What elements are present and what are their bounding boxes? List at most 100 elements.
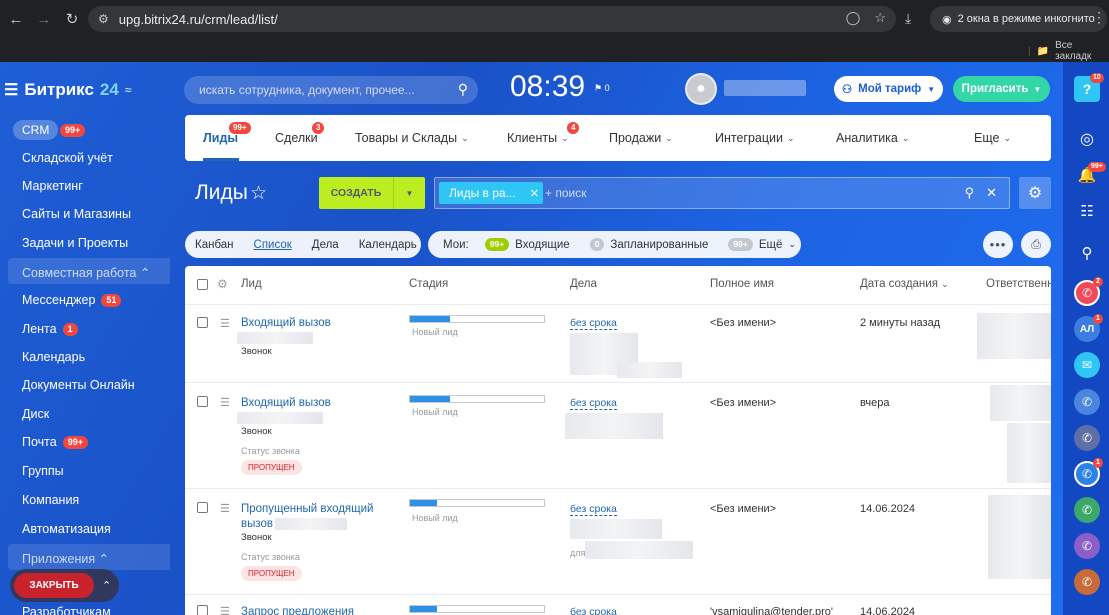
menu-item-calendar[interactable]: Календарь (22, 350, 85, 364)
filter-chip[interactable]: Лиды в ра... ✕ (439, 182, 543, 204)
invite-button[interactable]: Пригласить ▼ (953, 76, 1050, 102)
menu-item-tasks[interactable]: Задачи и Проекты (22, 236, 128, 250)
row-menu-icon[interactable]: ☰ (220, 317, 230, 330)
open-lines-icon[interactable]: ✉ (1074, 352, 1100, 378)
download-icon[interactable]: ⤓ (905, 10, 911, 27)
clear-icon[interactable]: ✕ (986, 185, 997, 201)
tab-deals[interactable]: Сделки (275, 131, 318, 145)
stage-progress[interactable] (409, 605, 545, 613)
reload-icon[interactable]: ↻ (58, 5, 86, 33)
select-all-checkbox[interactable] (197, 279, 208, 290)
print-icon[interactable]: ⎙ (1021, 231, 1051, 258)
menu-item-automation[interactable]: Автоматизация (22, 522, 111, 536)
search-icon[interactable]: ⚲ (1074, 240, 1100, 266)
forward-icon[interactable]: → (30, 5, 58, 33)
menu-item-disk[interactable]: Диск (22, 407, 49, 421)
search-icon[interactable]: ⚲ (965, 185, 975, 201)
column-header-created[interactable]: Дата создания ⌄ (860, 278, 949, 290)
column-header-lead[interactable]: Лид (241, 278, 262, 290)
more-count[interactable]: 99+ (728, 238, 753, 251)
menu-item-sites[interactable]: Сайты и Магазины (22, 207, 131, 221)
menu-item-docs[interactable]: Документы Онлайн (22, 378, 135, 392)
column-settings-gear-icon[interactable]: ⚙ (217, 277, 228, 291)
deal-link[interactable]: без срока (570, 317, 617, 330)
call-contact-icon[interactable]: ✆ (1074, 533, 1100, 559)
menu-burger-icon[interactable]: ☰ (4, 80, 18, 100)
menu-item-feed[interactable]: Лента 1 (22, 322, 78, 336)
menu-item-messenger[interactable]: Мессенджер 51 (22, 293, 122, 307)
create-dropdown-icon[interactable]: ▼ (393, 177, 425, 209)
column-header-fullname[interactable]: Полное имя (710, 278, 774, 290)
column-header-deals[interactable]: Дела (570, 278, 597, 290)
tab-products[interactable]: Товары и Склады ⌄ (355, 131, 469, 145)
menu-item-warehouse[interactable]: Складской учёт (22, 151, 113, 165)
call-contact-icon[interactable]: ✆ (1074, 425, 1100, 451)
copilot-icon[interactable]: ◎ (1074, 126, 1100, 152)
view-list[interactable]: Список (254, 239, 292, 251)
tab-sales[interactable]: Продажи ⌄ (609, 131, 673, 145)
tab-analytics[interactable]: Аналитика ⌄ (836, 131, 909, 145)
my-tariff-button[interactable]: ⚇ Мой тариф ▼ (834, 76, 943, 102)
planned-link[interactable]: Запланированные (610, 239, 708, 251)
menu-group-collab-label[interactable]: Совместная работа ⌃ (22, 265, 150, 280)
user-name-redacted[interactable] (724, 80, 806, 96)
row-menu-icon[interactable]: ☰ (220, 502, 230, 515)
planned-count[interactable]: 0 (589, 238, 605, 251)
lead-title-link[interactable]: Входящий вызов (241, 316, 331, 331)
back-icon[interactable]: ← (2, 5, 30, 33)
row-checkbox[interactable] (197, 502, 208, 513)
deal-link[interactable]: без срока (570, 397, 617, 410)
call-contact-icon[interactable]: ✆ (1074, 569, 1100, 595)
column-header-responsible[interactable]: Ответственн (986, 278, 1051, 290)
all-bookmarks-link[interactable]: Все закладк (1055, 40, 1109, 62)
avatar[interactable]: ● (685, 73, 717, 105)
column-header-stage[interactable]: Стадия (409, 278, 448, 290)
lead-title-link[interactable]: Пропущенный входящий (241, 502, 373, 517)
menu-item-crm[interactable]: CRM (13, 120, 59, 140)
menu-item-developers[interactable]: Разработчикам (22, 605, 111, 615)
incognito-indicator[interactable]: ◉ 2 окна в режиме инкогнито (930, 6, 1107, 32)
logo[interactable]: ☰ Битрикс 24 ≈ (4, 80, 131, 100)
site-settings-icon[interactable]: ⚙ (98, 12, 109, 26)
row-menu-icon[interactable]: ☰ (220, 396, 230, 409)
filter-search-input[interactable]: Лиды в ра... ✕ + поиск ⚲ ✕ (434, 177, 1010, 209)
tracking-off-icon[interactable]: ◯ (846, 10, 861, 26)
create-button[interactable]: СОЗДАТЬ ▼ (319, 177, 425, 209)
tab-clients[interactable]: Клиенты ⌄ (507, 131, 569, 145)
lead-title-link-cont[interactable]: вызов (241, 517, 273, 532)
search-icon[interactable]: ⚲ (458, 81, 468, 98)
lead-title-link[interactable]: Входящий вызов (241, 396, 331, 411)
address-bar[interactable]: ⚙ upg.bitrix24.ru/crm/lead/list/ ◯ ☆ (88, 6, 896, 32)
table-row[interactable]: ☰ Входящий вызов Звонок Статус звонка ПР… (185, 382, 1051, 488)
work-day-flag[interactable]: ⚑ 0 (594, 83, 610, 94)
row-checkbox[interactable] (197, 605, 208, 615)
chevron-up-icon[interactable]: ⌃ (102, 579, 111, 592)
stage-progress[interactable] (409, 315, 545, 323)
menu-item-groups[interactable]: Группы (22, 464, 64, 478)
tab-integrations[interactable]: Интеграции ⌄ (715, 131, 795, 145)
call-contact-icon[interactable]: ✆ (1074, 389, 1100, 415)
menu-item-company[interactable]: Компания (22, 493, 79, 507)
incoming-count[interactable]: 99+ (484, 238, 510, 251)
view-kanban[interactable]: Канбан (195, 239, 234, 251)
table-row[interactable]: ☰ Пропущенный входящий вызов Звонок Стат… (185, 488, 1051, 594)
clock[interactable]: 08:39 (510, 70, 585, 104)
favorite-star-icon[interactable]: ☆ (250, 182, 267, 205)
settings-gear-icon[interactable]: ⚙ (1019, 177, 1051, 209)
lead-title-link[interactable]: Запрос предложения (241, 605, 354, 615)
chat-icon[interactable]: ☷ (1074, 198, 1100, 224)
stage-progress[interactable] (409, 499, 545, 507)
menu-settings-icon[interactable]: ≈ (125, 83, 132, 97)
call-contact-icon[interactable]: ✆ (1074, 497, 1100, 523)
tab-more[interactable]: Еще ⌄ (974, 131, 1011, 145)
search-input[interactable]: искать сотрудника, документ, прочее... ⚲ (184, 76, 478, 104)
deal-link[interactable]: без срока (570, 606, 617, 615)
stage-progress[interactable] (409, 395, 545, 403)
row-checkbox[interactable] (197, 396, 208, 407)
bookmark-star-icon[interactable]: ☆ (874, 10, 886, 26)
close-button[interactable]: ЗАКРЫТЬ (14, 573, 94, 598)
more-link[interactable]: Ещё (759, 239, 783, 251)
view-calendar[interactable]: Календарь (359, 239, 417, 251)
more-actions-icon[interactable]: ••• (983, 231, 1013, 258)
view-activities[interactable]: Дела (312, 239, 339, 251)
